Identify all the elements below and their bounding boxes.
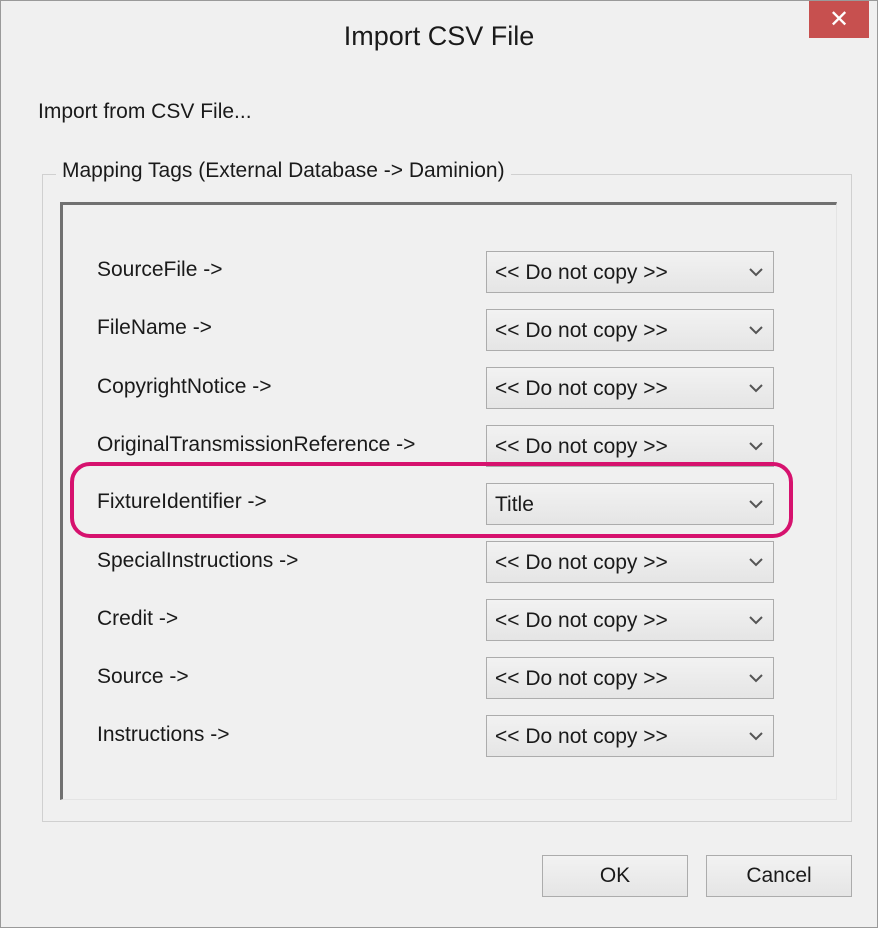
chevron-down-icon xyxy=(749,616,763,625)
chevron-down-icon xyxy=(749,326,763,335)
select-value: << Do not copy >> xyxy=(495,261,668,284)
select-value: << Do not copy >> xyxy=(495,435,668,458)
select-value: << Do not copy >> xyxy=(495,319,668,342)
mapping-select-copyrightnotice[interactable]: << Do not copy >> xyxy=(486,367,774,409)
mapping-label-source: Source -> xyxy=(97,665,189,688)
chevron-down-icon xyxy=(749,384,763,393)
mapping-select-instructions[interactable]: << Do not copy >> xyxy=(486,715,774,757)
select-value: << Do not copy >> xyxy=(495,377,668,400)
close-button[interactable]: ✕ xyxy=(809,1,869,38)
select-value: << Do not copy >> xyxy=(495,609,668,632)
title-bar[interactable]: Import CSV File ✕ xyxy=(1,1,877,81)
close-icon: ✕ xyxy=(828,6,850,33)
select-value: << Do not copy >> xyxy=(495,551,668,574)
mapping-select-sourcefile[interactable]: << Do not copy >> xyxy=(486,251,774,293)
chevron-down-icon xyxy=(749,268,763,277)
mapping-select-credit[interactable]: << Do not copy >> xyxy=(486,599,774,641)
cancel-button[interactable]: Cancel xyxy=(706,855,852,897)
chevron-down-icon xyxy=(749,674,763,683)
mapping-label-copyrightnotice: CopyrightNotice -> xyxy=(97,375,272,398)
import-description: Import from CSV File... xyxy=(38,100,252,123)
mapping-label-sourcefile: SourceFile -> xyxy=(97,258,223,281)
mapping-select-originaltransmissionreference[interactable]: << Do not copy >> xyxy=(486,425,774,467)
mapping-label-filename: FileName -> xyxy=(97,316,212,339)
dialog-title: Import CSV File xyxy=(343,21,535,51)
mapping-label-instructions: Instructions -> xyxy=(97,723,230,746)
ok-button[interactable]: OK xyxy=(542,855,688,897)
mapping-select-filename[interactable]: << Do not copy >> xyxy=(486,309,774,351)
mapping-group-caption: Mapping Tags (External Database -> Damin… xyxy=(56,159,511,183)
select-value: << Do not copy >> xyxy=(495,667,668,690)
chevron-down-icon xyxy=(749,558,763,567)
mapping-label-credit: Credit -> xyxy=(97,607,179,630)
highlight-annotation xyxy=(70,462,793,538)
mapping-label-specialinstructions: SpecialInstructions -> xyxy=(97,549,299,572)
mapping-label-originaltransmissionreference: OriginalTransmissionReference -> xyxy=(97,433,416,456)
mapping-select-source[interactable]: << Do not copy >> xyxy=(486,657,774,699)
chevron-down-icon xyxy=(749,442,763,451)
select-value: << Do not copy >> xyxy=(495,725,668,748)
mapping-select-specialinstructions[interactable]: << Do not copy >> xyxy=(486,541,774,583)
chevron-down-icon xyxy=(749,732,763,741)
